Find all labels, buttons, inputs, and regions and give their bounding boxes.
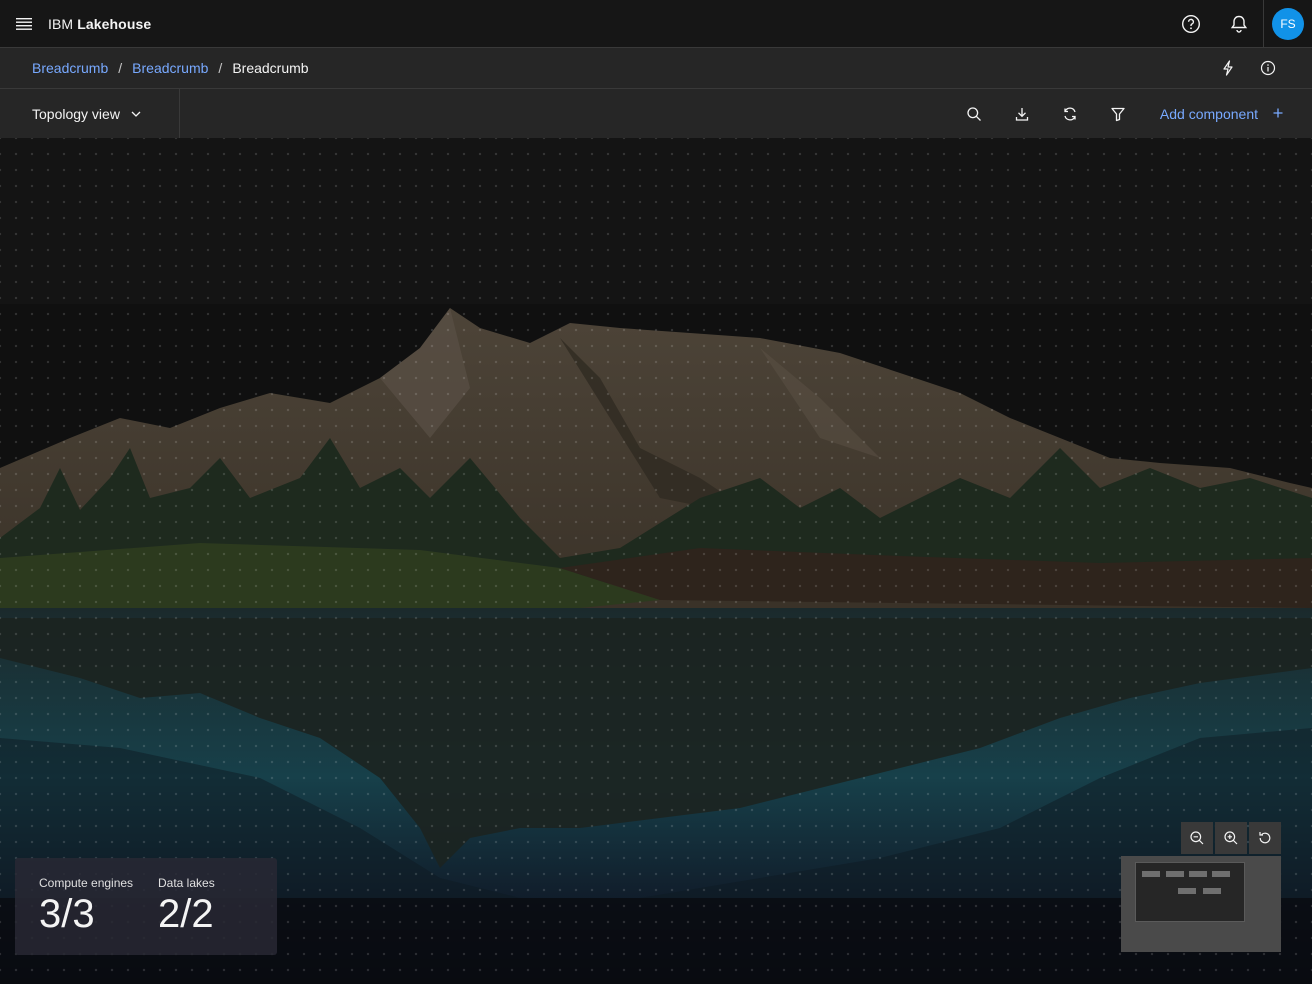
breadcrumb-bar: Breadcrumb / Breadcrumb / Breadcrumb: [0, 48, 1312, 89]
minimap-node: [1178, 888, 1196, 894]
breadcrumb: Breadcrumb / Breadcrumb / Breadcrumb: [0, 60, 309, 76]
download-icon[interactable]: [998, 89, 1046, 138]
menu-icon[interactable]: [0, 0, 48, 47]
information-icon[interactable]: [1252, 48, 1284, 88]
add-icon: [1272, 106, 1284, 122]
breadcrumb-separator: /: [118, 60, 123, 76]
minimap-viewport[interactable]: [1135, 862, 1245, 922]
breadcrumb-item-1[interactable]: Breadcrumb: [32, 60, 108, 76]
stat-label: Data lakes: [158, 876, 215, 890]
zoom-controls: [1181, 822, 1281, 854]
stat-data-lakes: Data lakes 2/2: [158, 876, 277, 955]
minimap-node: [1142, 871, 1160, 877]
minimap-node: [1203, 888, 1221, 894]
minimap-node: [1166, 871, 1184, 877]
add-component-button[interactable]: Add component: [1148, 89, 1296, 138]
view-dropdown[interactable]: Topology view: [0, 89, 180, 138]
chevron-down-icon: [130, 108, 142, 120]
minimap-node: [1212, 871, 1230, 877]
stats-card: Compute engines 3/3 Data lakes 2/2: [15, 858, 277, 955]
breadcrumb-separator: /: [218, 60, 223, 76]
breadcrumb-item-2[interactable]: Breadcrumb: [132, 60, 208, 76]
stat-value: 2/2: [158, 892, 214, 936]
user-menu[interactable]: FS: [1263, 0, 1312, 47]
product-name[interactable]: IBM Lakehouse: [48, 16, 151, 32]
avatar[interactable]: FS: [1272, 7, 1304, 40]
topology-canvas[interactable]: Compute engines 3/3 Data lakes 2/2: [0, 138, 1312, 984]
header: IBM Lakehouse FS: [0, 0, 1312, 48]
toolbar: Topology view Add component: [0, 89, 1312, 138]
stat-value: 3/3: [39, 892, 95, 936]
minimap[interactable]: [1121, 856, 1281, 952]
notification-icon[interactable]: [1215, 0, 1263, 47]
product-title: Lakehouse: [77, 15, 152, 32]
lightning-icon[interactable]: [1212, 48, 1244, 88]
zoom-in-icon[interactable]: [1215, 822, 1247, 854]
add-component-label: Add component: [1159, 105, 1258, 122]
filter-icon[interactable]: [1094, 89, 1142, 138]
refresh-icon[interactable]: [1046, 89, 1094, 138]
view-dropdown-label: Topology view: [32, 105, 120, 122]
breadcrumb-current: Breadcrumb: [232, 60, 309, 76]
zoom-out-icon[interactable]: [1181, 822, 1213, 854]
reset-icon[interactable]: [1249, 822, 1281, 854]
search-icon[interactable]: [950, 89, 998, 138]
stat-label: Compute engines: [39, 876, 134, 890]
help-icon[interactable]: [1167, 0, 1215, 47]
minimap-node: [1189, 871, 1207, 877]
product-prefix: IBM: [48, 15, 74, 32]
stat-compute-engines: Compute engines 3/3: [39, 876, 158, 955]
